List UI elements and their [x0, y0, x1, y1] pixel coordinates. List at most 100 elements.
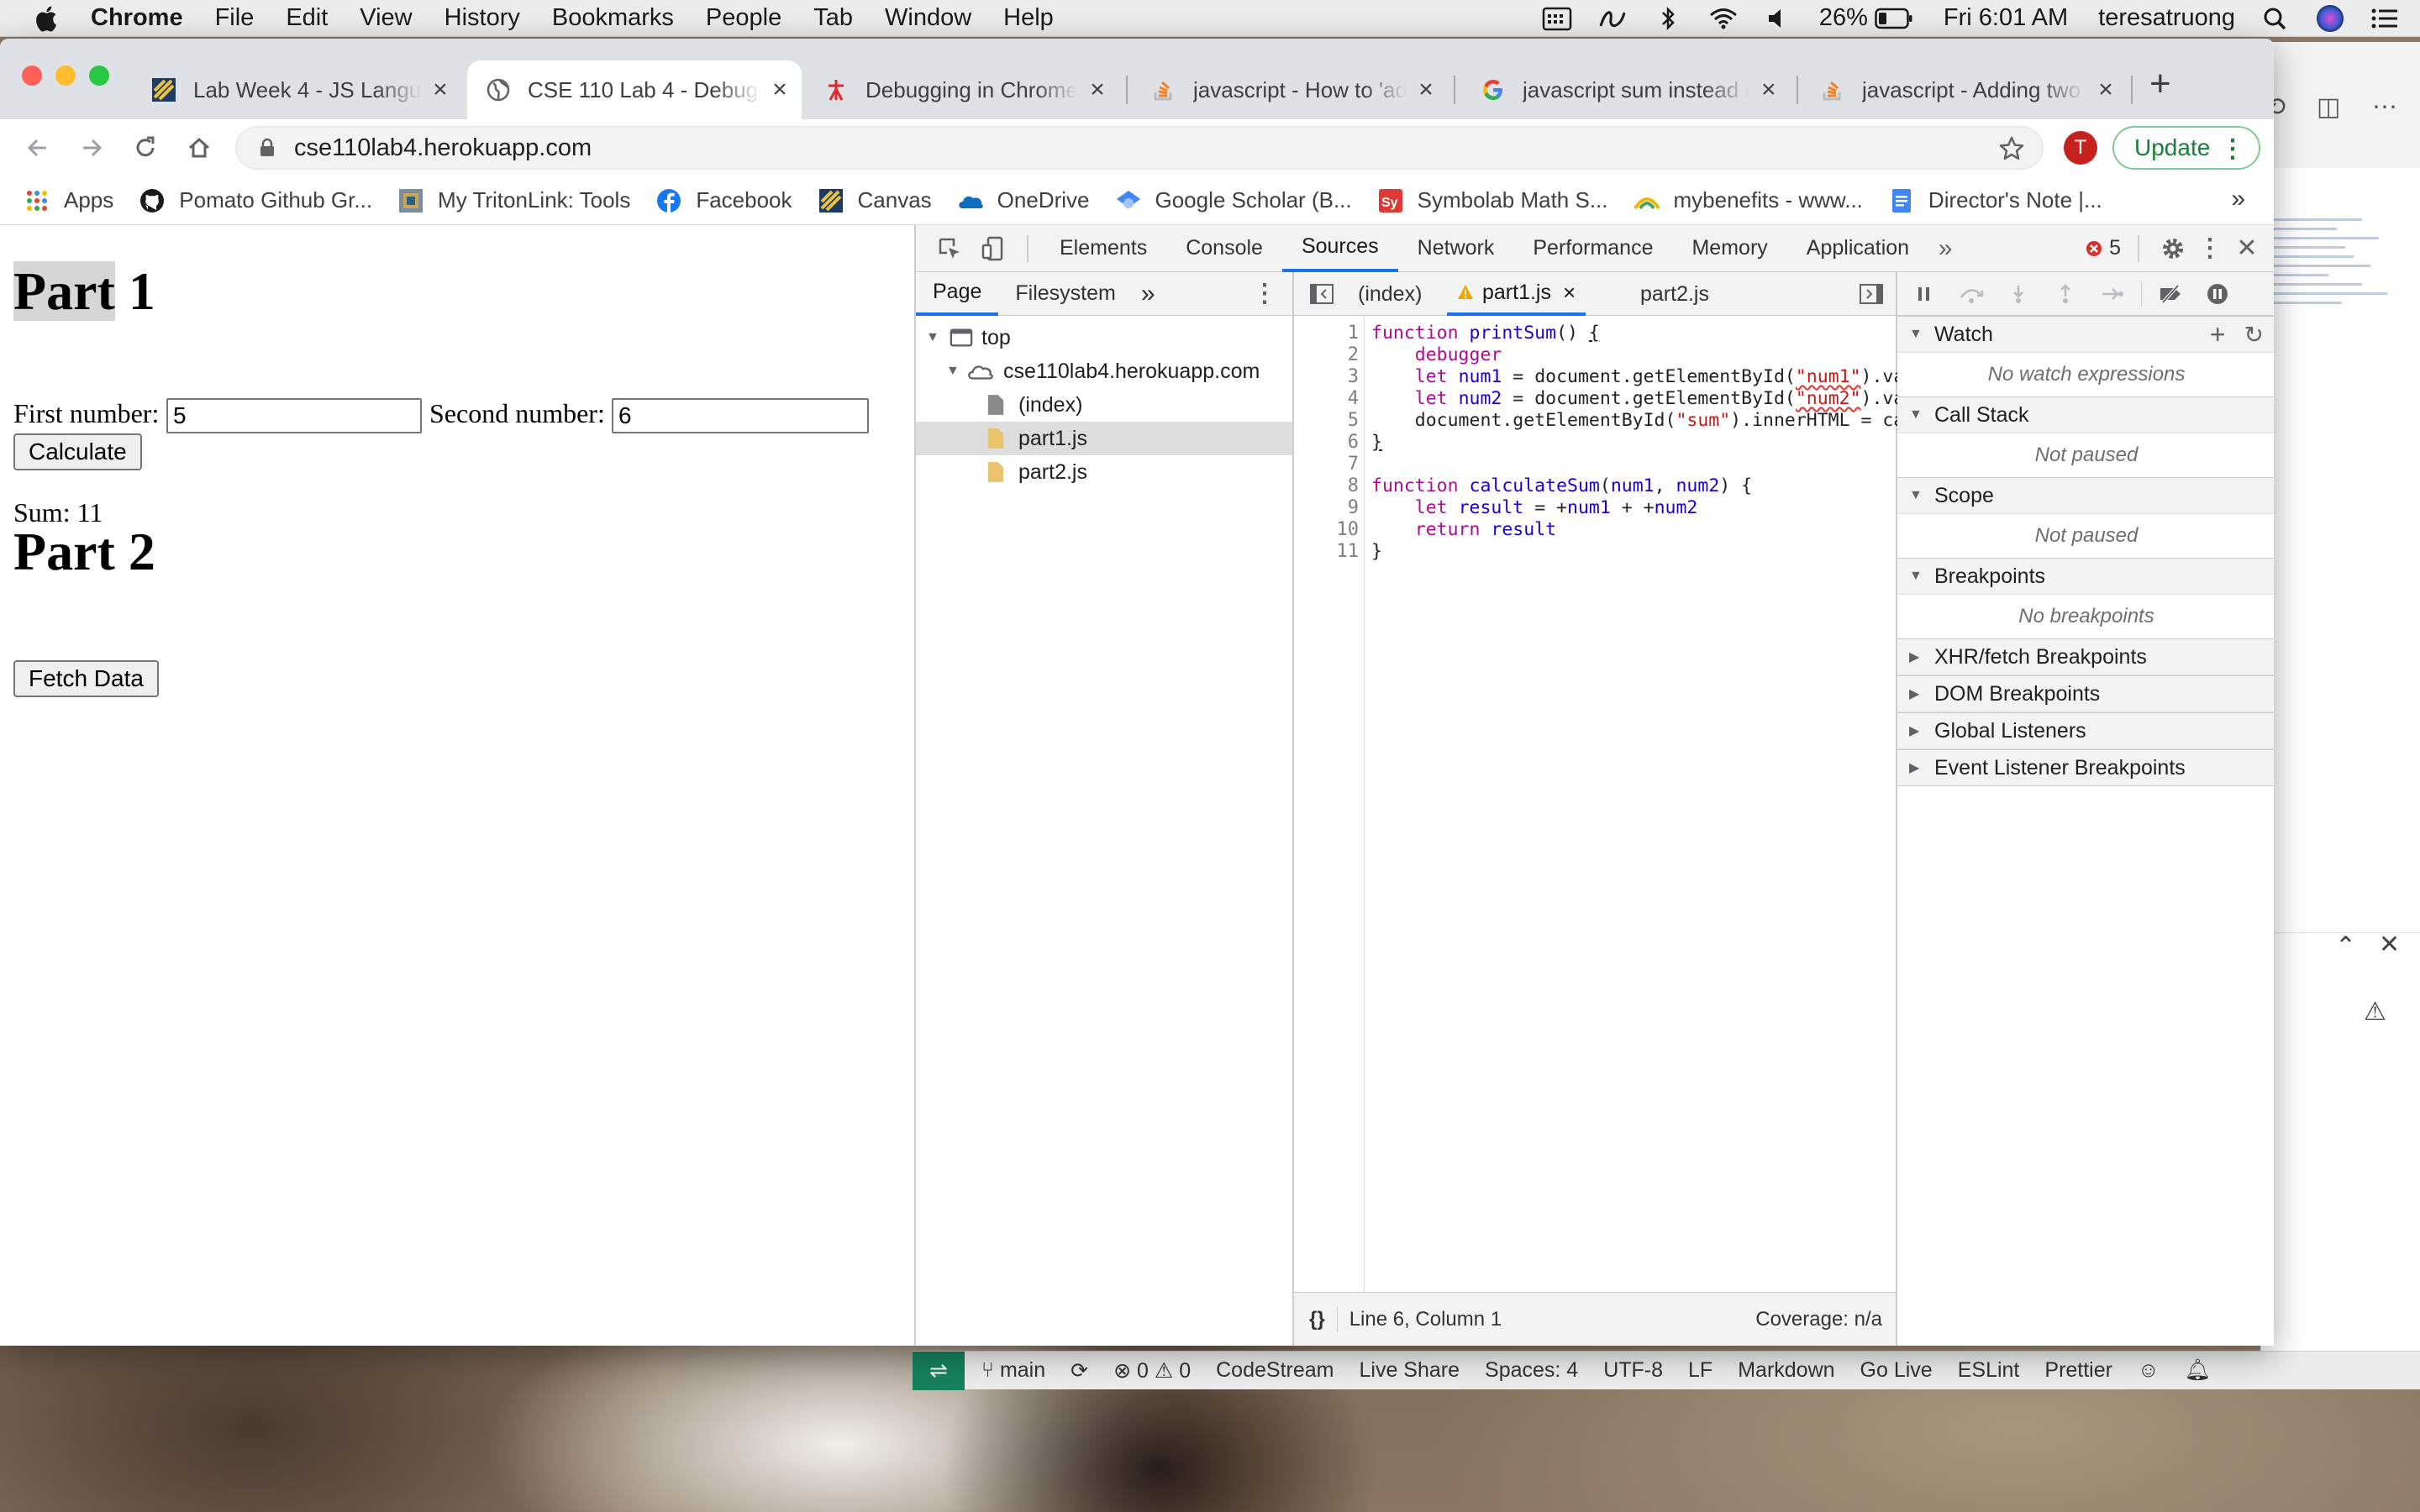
prettier-item[interactable]: Prettier — [2044, 1358, 2112, 1383]
editor-tab-part1-js[interactable]: part1.js × — [1447, 272, 1586, 316]
global-listeners-section-header[interactable]: ▶ Global Listeners — [1897, 712, 2274, 749]
sync-icon[interactable]: ⟳ — [1071, 1358, 1088, 1383]
bookmark-apps[interactable]: Apps — [24, 187, 113, 214]
more-tabs-icon[interactable]: » — [1928, 234, 1962, 263]
background-window[interactable]: ⟲ ◫ ⋯ ⌃ ✕ ⚠ — [2260, 42, 2420, 1352]
line-number[interactable]: 5 — [1348, 410, 1359, 432]
minimize-window-button[interactable] — [55, 66, 76, 86]
codestream-item[interactable]: CodeStream — [1216, 1358, 1334, 1383]
line-number[interactable]: 4 — [1348, 388, 1359, 410]
bookmark-mybenefits[interactable]: mybenefits - www... — [1633, 187, 1863, 214]
language-item[interactable]: Markdown — [1738, 1358, 1834, 1383]
menu-bookmarks[interactable]: Bookmarks — [552, 4, 674, 32]
dom-breakpoints-section-header[interactable]: ▶ DOM Breakpoints — [1897, 675, 2274, 712]
triangle-down-icon[interactable]: ▼ — [946, 364, 963, 379]
apple-icon[interactable] — [34, 4, 62, 33]
script-icon[interactable] — [1597, 6, 1628, 31]
eol-item[interactable]: LF — [1688, 1358, 1712, 1383]
editor-tab-part2-js[interactable]: part2.js — [1630, 272, 1719, 316]
tab-console[interactable]: Console — [1166, 225, 1282, 272]
close-icon[interactable]: × — [1563, 280, 1576, 306]
pretty-print-button[interactable]: {} — [1309, 1308, 1325, 1331]
home-button[interactable] — [183, 132, 215, 164]
new-tab-button[interactable]: + — [2149, 66, 2171, 102]
line-number[interactable]: 6 — [1348, 432, 1359, 454]
toggle-debugger-icon[interactable] — [1859, 283, 1884, 311]
tree-item-top[interactable]: ▼ top — [916, 321, 1292, 354]
golive-item[interactable]: Go Live — [1860, 1358, 1933, 1383]
eslint-item[interactable]: ESLint — [1958, 1358, 2020, 1383]
line-number-gutter[interactable]: 1 2 3 4 5 6 7 8 9 10 11 — [1294, 316, 1365, 1292]
step-out-icon[interactable] — [2042, 272, 2089, 316]
error-counter[interactable]: 5 — [2086, 236, 2121, 260]
menu-edit[interactable]: Edit — [286, 4, 328, 32]
coverage-status[interactable]: Coverage: n/a — [1755, 1308, 1882, 1331]
tree-item-part2-js[interactable]: part2.js — [916, 455, 1292, 489]
watch-section-header[interactable]: ▼ Watch + ↻ — [1897, 316, 2274, 353]
bookmark-pomato-github[interactable]: Pomato Github Gr... — [139, 187, 372, 214]
url-text[interactable]: cse110lab4.herokuapp.com — [294, 134, 592, 162]
tab-elements[interactable]: Elements — [1040, 225, 1166, 272]
close-icon[interactable]: × — [2094, 76, 2118, 104]
menu-window[interactable]: Window — [885, 4, 971, 32]
menu-history[interactable]: History — [445, 4, 520, 32]
bookmark-facebook[interactable]: Facebook — [655, 187, 792, 214]
menu-help[interactable]: Help — [1003, 4, 1054, 32]
chevron-up-icon[interactable]: ⌃ — [2335, 932, 2356, 961]
pause-on-exceptions-icon[interactable] — [2194, 272, 2241, 316]
event-listener-breakpoints-section-header[interactable]: ▶ Event Listener Breakpoints — [1897, 749, 2274, 786]
bookmark-star-icon[interactable] — [1998, 135, 2025, 162]
close-icon[interactable]: ✕ — [2379, 930, 2400, 959]
fetch-data-button[interactable]: Fetch Data — [13, 660, 159, 697]
kebab-menu-icon[interactable]: ⋮ — [2220, 134, 2245, 164]
second-number-input[interactable] — [612, 398, 869, 433]
calendar-icon[interactable] — [1542, 6, 1572, 31]
step-into-icon[interactable] — [1995, 272, 2042, 316]
clock[interactable]: Fri 6:01 AM — [1944, 4, 2068, 32]
git-branch[interactable]: ⑂ main — [981, 1358, 1045, 1383]
siri-icon[interactable] — [2316, 4, 2344, 33]
code-view[interactable]: function printSum() { debugger let num1 … — [1371, 316, 1897, 1292]
bookmark-onedrive[interactable]: OneDrive — [957, 187, 1090, 214]
line-number[interactable]: 7 — [1348, 454, 1359, 475]
line-number[interactable]: 9 — [1348, 497, 1359, 519]
zoom-window-button[interactable] — [89, 66, 109, 86]
close-devtools-icon[interactable]: ✕ — [2228, 234, 2265, 263]
menu-tab[interactable]: Tab — [813, 4, 853, 32]
calculate-button[interactable]: Calculate — [13, 433, 142, 470]
reload-button[interactable] — [129, 132, 161, 164]
breakpoints-section-header[interactable]: ▼ Breakpoints — [1897, 558, 2274, 595]
menu-people[interactable]: People — [706, 4, 781, 32]
spotlight-search-icon[interactable] — [2260, 6, 2291, 31]
first-number-input[interactable] — [166, 398, 422, 433]
customize-kebab-icon[interactable]: ⋮ — [2191, 234, 2228, 263]
more-icon[interactable]: ⋯ — [2372, 92, 2397, 122]
close-window-button[interactable] — [22, 66, 42, 86]
tab-application[interactable]: Application — [1787, 225, 1928, 272]
line-number[interactable]: 11 — [1337, 541, 1360, 563]
menu-file[interactable]: File — [215, 4, 255, 32]
volume-icon[interactable] — [1764, 6, 1794, 31]
close-icon[interactable]: × — [430, 76, 450, 104]
bookmark-tritonlink[interactable]: My TritonLink: Tools — [397, 187, 630, 214]
battery-icon[interactable] — [1875, 8, 1913, 29]
tab-performance[interactable]: Performance — [1513, 225, 1672, 272]
step-icon[interactable] — [2089, 272, 2136, 316]
bookmarks-overflow-icon[interactable]: » — [2231, 185, 2245, 213]
user-name[interactable]: teresatruong — [2098, 4, 2235, 32]
tab-lab-week-4[interactable]: Lab Week 4 - JS Language × — [133, 60, 462, 119]
navigator-tab-filesystem[interactable]: Filesystem — [998, 272, 1132, 316]
tree-item-domain[interactable]: ▼ cse110lab4.herokuapp.com — [916, 354, 1292, 388]
tab-network[interactable]: Network — [1398, 225, 1514, 272]
back-button[interactable] — [22, 132, 54, 164]
bell-icon[interactable]: 🔔︎ — [2185, 1358, 2212, 1383]
close-icon[interactable]: × — [1415, 76, 1437, 104]
tab-debugging-in-chrome[interactable]: Debugging in Chrome × — [805, 60, 1121, 119]
more-tabs-icon[interactable]: » — [1133, 272, 1164, 316]
line-number[interactable]: 10 — [1337, 519, 1360, 541]
split-view-icon[interactable]: ◫ — [2317, 92, 2340, 122]
line-number[interactable]: 3 — [1348, 366, 1359, 388]
tab-memory[interactable]: Memory — [1672, 225, 1786, 272]
bookmark-google-scholar[interactable]: Google Scholar (B... — [1115, 187, 1352, 214]
line-number[interactable]: 1 — [1348, 323, 1359, 344]
